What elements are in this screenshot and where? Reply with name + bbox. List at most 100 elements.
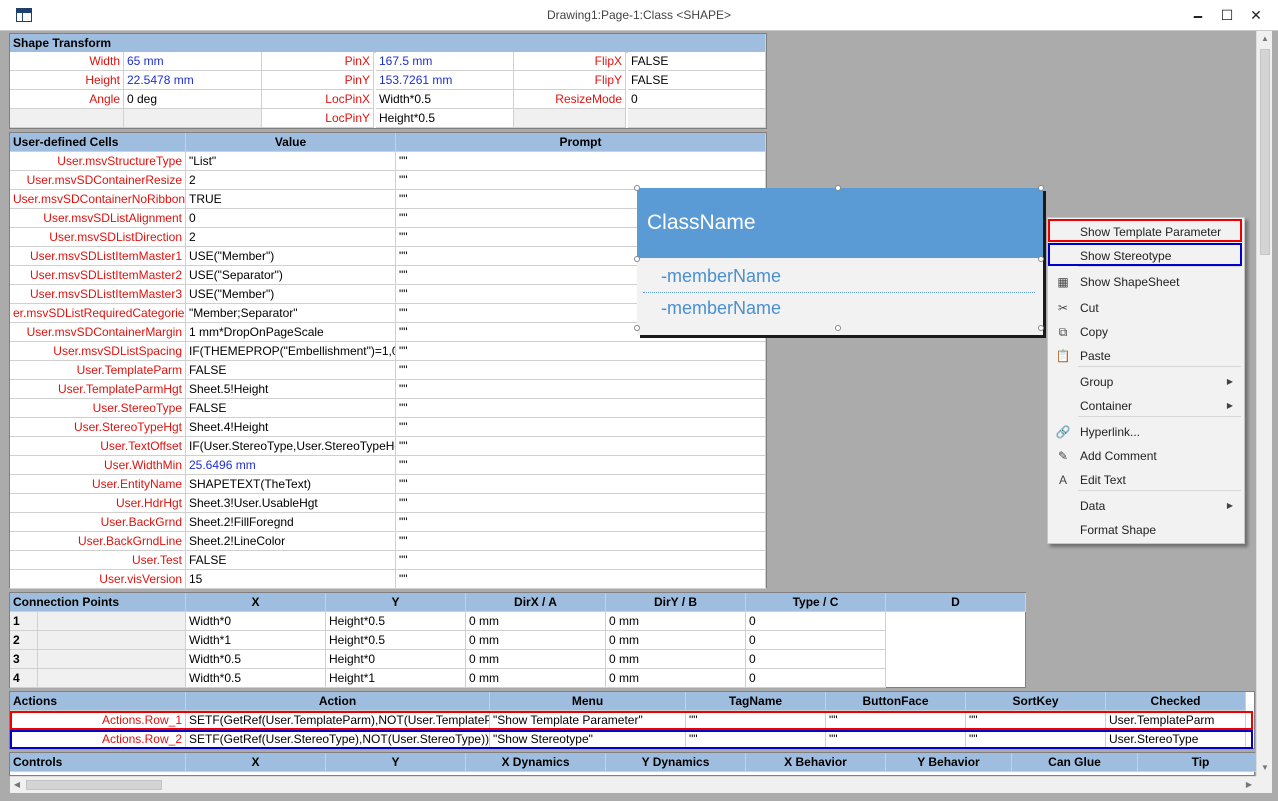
cell-value[interactable]: 0 mm (466, 612, 606, 631)
scroll-up-icon[interactable]: ▲ (1257, 31, 1273, 47)
member-item[interactable]: -memberName (661, 298, 781, 319)
cell-value[interactable]: SHAPETEXT(TheText) (186, 475, 396, 494)
cell-value[interactable]: "" (966, 711, 1106, 730)
cell-value[interactable]: 0 mm (466, 650, 606, 669)
cell-value[interactable]: Height*0.5 (326, 631, 466, 650)
cell-value[interactable]: 0 (186, 209, 396, 228)
selection-handle[interactable] (634, 256, 640, 262)
selection-handle[interactable] (634, 185, 640, 191)
cell-value[interactable]: 0 (746, 612, 886, 631)
cell-value[interactable]: 0 mm (606, 631, 746, 650)
selection-handle[interactable] (835, 185, 841, 191)
cell-value[interactable]: 0 deg (124, 90, 262, 109)
cell-value[interactable]: 15 (186, 570, 396, 589)
cell-value[interactable]: 0 (628, 90, 766, 109)
cell-value[interactable]: USE("Separator") (186, 266, 396, 285)
cell-value[interactable]: FALSE (628, 52, 766, 71)
cell-value[interactable]: IF(User.StereoType,User.StereoTypeHgt (186, 437, 396, 456)
cell-value[interactable]: FALSE (186, 551, 396, 570)
cell-prompt[interactable]: "" (396, 475, 766, 494)
cell-value[interactable]: FALSE (186, 399, 396, 418)
cell-value[interactable]: Width*0.5 (186, 650, 326, 669)
cell-prompt[interactable]: "" (396, 380, 766, 399)
cell-value[interactable]: "" (686, 730, 826, 749)
cell-prompt[interactable]: "" (396, 494, 766, 513)
cell-value[interactable]: 0 mm (466, 631, 606, 650)
cell-value[interactable]: Height*0.5 (376, 109, 514, 128)
cell-value[interactable]: 1 mm*DropOnPageScale (186, 323, 396, 342)
class-name-header[interactable]: ClassName (637, 188, 1043, 258)
maximize-button[interactable]: ☐ (1213, 4, 1241, 26)
cell-prompt[interactable]: "" (396, 342, 766, 361)
cell-prompt[interactable]: "" (396, 532, 766, 551)
menu-item-show-stereotype[interactable]: Show Stereotype (1050, 244, 1243, 268)
cell-prompt[interactable]: "" (396, 418, 766, 437)
selection-handle[interactable] (835, 325, 841, 331)
cell-value[interactable]: "" (966, 730, 1106, 749)
class-shape[interactable]: ClassName -memberName -memberName (637, 188, 1043, 335)
cell-value[interactable]: USE("Member") (186, 247, 396, 266)
cell-value[interactable]: 167.5 mm (376, 52, 514, 71)
cell-value[interactable]: 2 (186, 171, 396, 190)
menu-item-show-shapesheet[interactable]: ▦ Show ShapeSheet (1050, 270, 1243, 294)
cell-value[interactable]: 22.5478 mm (124, 71, 262, 90)
cell-value[interactable]: Width*0.5 (376, 90, 514, 109)
cell-value[interactable]: Sheet.4!Height (186, 418, 396, 437)
cell-value[interactable]: "Show Stereotype" (490, 730, 686, 749)
menu-item-edit-text[interactable]: A Edit Text (1050, 468, 1243, 492)
member-item[interactable]: -memberName (661, 266, 781, 287)
cell-value[interactable]: User.StereoType (1106, 730, 1246, 749)
cell-value[interactable] (628, 109, 766, 128)
cell-value[interactable]: "" (826, 730, 966, 749)
scroll-right-icon[interactable]: ▶ (1242, 777, 1256, 793)
cell-value[interactable]: User.TemplateParm (1106, 711, 1246, 730)
horizontal-scrollbar[interactable]: ◀ ▶ (10, 776, 1256, 793)
cell-value[interactable]: 0 mm (466, 669, 606, 688)
cell-value[interactable]: FALSE (186, 361, 396, 380)
menu-item-copy[interactable]: ⧉ Copy (1050, 320, 1243, 344)
menu-item-paste[interactable]: 📋 Paste (1050, 344, 1243, 368)
cell-value[interactable]: "Show Template Parameter" (490, 711, 686, 730)
cell-value[interactable]: 65 mm (124, 52, 262, 71)
cell-prompt[interactable]: "" (396, 152, 766, 171)
cell-value[interactable]: 0 (746, 669, 886, 688)
cell-value[interactable] (124, 109, 262, 128)
cell-prompt[interactable]: "" (396, 456, 766, 475)
menu-item-format-shape[interactable]: Format Shape (1050, 518, 1243, 542)
cell-value[interactable]: 0 (746, 650, 886, 669)
cell-value[interactable]: Sheet.2!FillForegnd (186, 513, 396, 532)
cell-prompt[interactable]: "" (396, 570, 766, 589)
cell-value[interactable]: Sheet.2!LineColor (186, 532, 396, 551)
vertical-scroll-thumb[interactable] (1260, 49, 1270, 255)
menu-item-add-comment[interactable]: ✎ Add Comment (1050, 444, 1243, 468)
menu-item-data[interactable]: Data ▶ (1050, 494, 1243, 518)
scroll-down-icon[interactable]: ▼ (1257, 760, 1273, 776)
cell-value[interactable]: Width*0 (186, 612, 326, 631)
cell-value[interactable]: 0 mm (606, 612, 746, 631)
cell-value[interactable]: Width*0.5 (186, 669, 326, 688)
cell-prompt[interactable]: "" (396, 399, 766, 418)
cell-value[interactable]: TRUE (186, 190, 396, 209)
cell-value[interactable]: 0 (746, 631, 886, 650)
cell-value[interactable]: SETF(GetRef(User.StereoType),NOT(User.St… (186, 730, 490, 749)
cell-value[interactable]: 153.7261 mm (376, 71, 514, 90)
menu-item-show-template-parameter[interactable]: Show Template Parameter (1050, 220, 1243, 244)
cell-value[interactable]: SETF(GetRef(User.TemplateParm),NOT(User.… (186, 711, 490, 730)
cell-value[interactable]: 25.6496 mm (186, 456, 396, 475)
cell-value[interactable]: Width*1 (186, 631, 326, 650)
cell-value[interactable]: "Member;Separator" (186, 304, 396, 323)
cell-value[interactable]: 0 mm (606, 669, 746, 688)
horizontal-scroll-thumb[interactable] (26, 780, 162, 790)
selection-handle[interactable] (634, 325, 640, 331)
menu-item-container[interactable]: Container ▶ (1050, 394, 1243, 418)
cell-value[interactable]: "List" (186, 152, 396, 171)
menu-item-hyperlink[interactable]: 🔗 Hyperlink... (1050, 420, 1243, 444)
menu-item-cut[interactable]: ✂ Cut (1050, 296, 1243, 320)
menu-item-group[interactable]: Group ▶ (1050, 370, 1243, 394)
scroll-left-icon[interactable]: ◀ (10, 777, 24, 793)
cell-value[interactable]: IF(THEMEPROP("Embellishment")=1,0, (186, 342, 396, 361)
cell-value[interactable]: 0 mm (606, 650, 746, 669)
cell-value[interactable]: Height*1 (326, 669, 466, 688)
minimize-button[interactable]: 🗕 (1184, 4, 1212, 26)
cell-value[interactable]: Height*0 (326, 650, 466, 669)
